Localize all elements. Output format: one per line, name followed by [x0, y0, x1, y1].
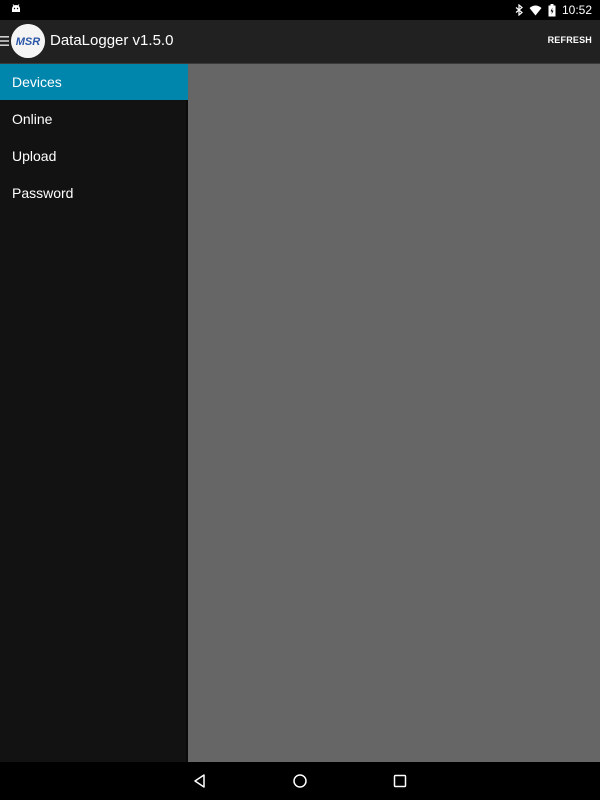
- status-bar: 10:52: [0, 0, 600, 20]
- app-title: DataLogger v1.5.0: [50, 32, 174, 49]
- drawer-item-online[interactable]: Online: [0, 101, 188, 137]
- system-navigation-bar: [0, 762, 600, 800]
- recents-icon[interactable]: [392, 773, 408, 789]
- home-icon[interactable]: [292, 773, 308, 789]
- drawer-item-password[interactable]: Password: [0, 175, 188, 211]
- battery-icon: [548, 3, 556, 16]
- drawer-item-upload[interactable]: Upload: [0, 138, 188, 174]
- logo-text: MSR: [16, 36, 41, 48]
- msr-logo[interactable]: MSR: [11, 24, 45, 58]
- content-area: [188, 64, 600, 762]
- hamburger-menu-icon[interactable]: [0, 35, 9, 47]
- drawer-item-devices[interactable]: Devices: [0, 64, 188, 100]
- refresh-button[interactable]: REFRESH: [548, 35, 592, 45]
- wifi-icon: [529, 5, 542, 15]
- android-debug-icon: [12, 4, 20, 12]
- bluetooth-icon: [515, 4, 523, 16]
- app-bar: MSR DataLogger v1.5.0 REFRESH: [0, 20, 600, 64]
- navigation-drawer: Devices Online Upload Password: [0, 64, 188, 762]
- status-icons: 10:52: [515, 3, 592, 17]
- back-icon[interactable]: [192, 773, 208, 789]
- status-time: 10:52: [561, 3, 592, 17]
